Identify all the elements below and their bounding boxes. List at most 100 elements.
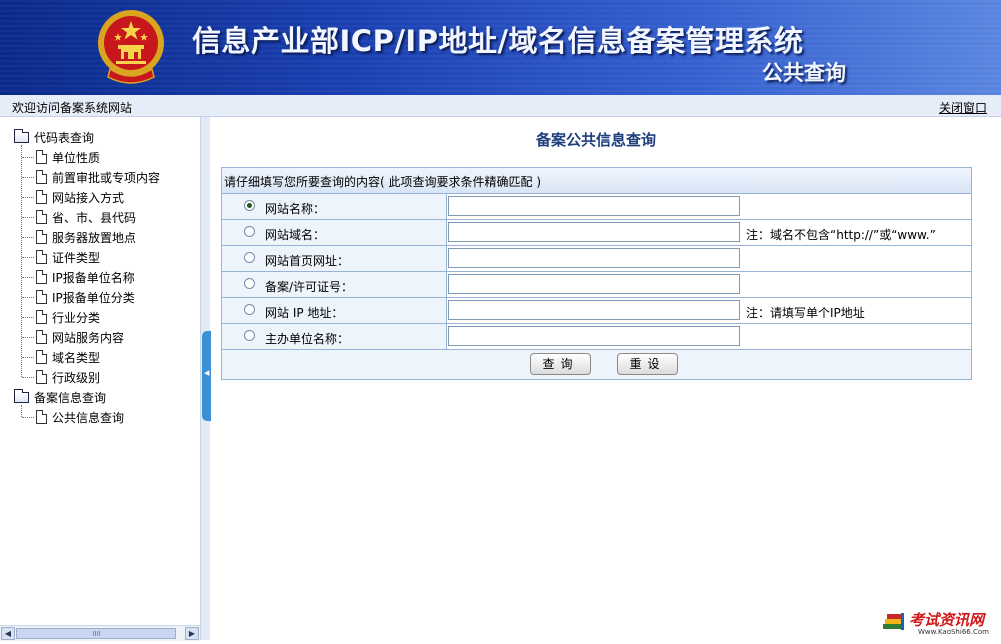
form-row-label-cell: 网站首页网址： — [222, 246, 447, 271]
radio-license-number[interactable] — [244, 278, 255, 289]
scroll-left-arrow-icon[interactable]: ◀ — [1, 627, 15, 640]
form-row-label-cell: 主办单位名称： — [222, 324, 447, 349]
national-emblem-icon — [98, 10, 164, 84]
form-row-label-cell: 备案/许可证号： — [222, 272, 447, 297]
ip-address-input[interactable] — [448, 300, 740, 320]
tree-item[interactable]: 网站服务内容 — [36, 328, 124, 346]
tree-branch-line — [22, 357, 34, 358]
radio-homepage-url[interactable] — [244, 252, 255, 263]
watermark-title: 考试资讯网 — [909, 611, 985, 629]
tree-item-label: 省、市、县代码 — [52, 210, 137, 225]
tree-branch-line — [22, 237, 34, 238]
query-button[interactable]: 查询 — [530, 353, 591, 375]
document-icon — [36, 270, 47, 284]
header-banner: 信息产业部ICP/IP地址/域名信息备案管理系统 公共查询 — [0, 0, 1001, 95]
folder-open-icon — [14, 388, 29, 403]
homepage-url-input[interactable] — [448, 248, 740, 268]
form-instruction: 请仔细填写您所要查询的内容( 此项查询要求条件精确匹配 ) — [224, 175, 541, 189]
tree-horizontal-scrollbar[interactable]: ◀ ▶ — [0, 625, 200, 641]
document-icon — [36, 290, 47, 304]
tree-item[interactable]: 单位性质 — [36, 148, 100, 166]
radio-organizer[interactable] — [244, 330, 255, 341]
form-row-label-cell: 网站域名： — [222, 220, 447, 245]
tree-branch-line — [22, 257, 34, 258]
form-row-label-cell: 网站名称： — [222, 194, 447, 219]
form-row-label-cell: 网站 IP 地址： — [222, 298, 447, 323]
tree-item[interactable]: 行政级别 — [36, 368, 100, 386]
tree-item-label: 网站服务内容 — [52, 330, 125, 345]
tree-item-label: 公共信息查询 — [52, 410, 125, 425]
document-icon — [36, 250, 47, 264]
field-note: 注：域名不包含“http://”或“www.” — [746, 228, 936, 242]
tree-item[interactable]: IP报备单位名称 — [36, 268, 135, 286]
field-label: 网站首页网址： — [265, 254, 350, 268]
radio-ip-address[interactable] — [244, 304, 255, 315]
document-icon — [36, 190, 47, 204]
tree-branch-line — [22, 317, 34, 318]
form-row-ip-address: 网站 IP 地址： 注：请填写单个IP地址 — [222, 298, 971, 324]
license-number-input[interactable] — [448, 274, 740, 294]
tree-branch-line — [22, 177, 34, 178]
tree-item-label: 单位性质 — [52, 150, 101, 165]
field-label: 网站域名： — [265, 228, 326, 242]
field-label: 备案/许可证号： — [265, 280, 354, 294]
panel-splitter[interactable]: ◀ — [200, 117, 211, 640]
document-icon — [36, 310, 47, 324]
system-title: 信息产业部ICP/IP地址/域名信息备案管理系统 — [192, 24, 804, 58]
radio-domain[interactable] — [244, 226, 255, 237]
tree-item[interactable]: 公共信息查询 — [36, 408, 124, 426]
welcome-text: 欢迎访问备案系统网站 — [12, 101, 133, 115]
tree-item-label: 行业分类 — [52, 310, 101, 325]
scrollbar-thumb[interactable] — [16, 628, 176, 639]
tree-item[interactable]: IP报备单位分类 — [36, 288, 135, 306]
document-icon — [36, 410, 47, 424]
tree-item[interactable]: 前置审批或专项内容 — [36, 168, 160, 186]
tree-item-label: 前置审批或专项内容 — [52, 170, 161, 185]
tree-branch-line — [22, 337, 34, 338]
tree-item[interactable]: 服务器放置地点 — [36, 228, 136, 246]
tree-item[interactable]: 网站接入方式 — [36, 188, 124, 206]
tree-item[interactable]: 行业分类 — [36, 308, 100, 326]
organizer-input[interactable] — [448, 326, 740, 346]
form-header: 请仔细填写您所要查询的内容( 此项查询要求条件精确匹配 ) — [222, 168, 971, 194]
tree-item[interactable]: 省、市、县代码 — [36, 208, 136, 226]
document-icon — [36, 170, 47, 184]
tree-branch-line — [22, 417, 34, 418]
page-title: 备案公共信息查询 — [535, 131, 656, 149]
site-name-input[interactable] — [448, 196, 740, 216]
folder-open-icon — [14, 128, 29, 143]
tree-item-label: IP报备单位名称 — [52, 270, 135, 285]
close-window-link[interactable]: 关闭窗口 — [939, 99, 987, 116]
reset-button[interactable]: 重设 — [617, 353, 678, 375]
code-tree-panel: 代码表查询 单位性质 前置审批或专项内容 网站接入方式 省、市、县代码 服务器放… — [0, 117, 200, 625]
tree-item-label: 行政级别 — [52, 370, 101, 385]
tree-item-label: 域名类型 — [52, 350, 101, 365]
form-button-row: 查询 重设 — [222, 350, 971, 379]
tree-branch-line — [22, 197, 34, 198]
domain-input[interactable] — [448, 222, 740, 242]
tree-item[interactable]: 证件类型 — [36, 248, 100, 266]
collapse-panel-handle[interactable]: ◀ — [202, 331, 211, 421]
watermark-url: Www.KaoShi66.Com — [918, 628, 989, 636]
form-row-organizer: 主办单位名称： — [222, 324, 971, 350]
scroll-right-arrow-icon[interactable]: ▶ — [185, 627, 199, 640]
tree-item-label: 服务器放置地点 — [52, 230, 137, 245]
tree-root-record-info[interactable]: 备案信息查询 — [14, 388, 106, 406]
status-bar: 欢迎访问备案系统网站 关闭窗口 — [0, 95, 1001, 117]
document-icon — [36, 230, 47, 244]
form-row-site-name: 网站名称： — [222, 194, 971, 220]
field-label: 网站 IP 地址： — [265, 306, 344, 320]
document-icon — [36, 210, 47, 224]
scrollbar-grip-icon — [93, 631, 101, 636]
document-icon — [36, 350, 47, 364]
tree-item-label: 网站接入方式 — [52, 190, 125, 205]
tree-branch-line — [22, 157, 34, 158]
form-row-homepage-url: 网站首页网址： — [222, 246, 971, 272]
radio-site-name[interactable] — [244, 200, 255, 211]
document-icon — [36, 150, 47, 164]
form-row-license-number: 备案/许可证号： — [222, 272, 971, 298]
tree-item[interactable]: 域名类型 — [36, 348, 100, 366]
query-form: 请仔细填写您所要查询的内容( 此项查询要求条件精确匹配 ) 网站名称： 网站域名… — [221, 167, 972, 380]
tree-root-code-tables[interactable]: 代码表查询 — [14, 128, 94, 146]
tree-item-label: IP报备单位分类 — [52, 290, 135, 305]
